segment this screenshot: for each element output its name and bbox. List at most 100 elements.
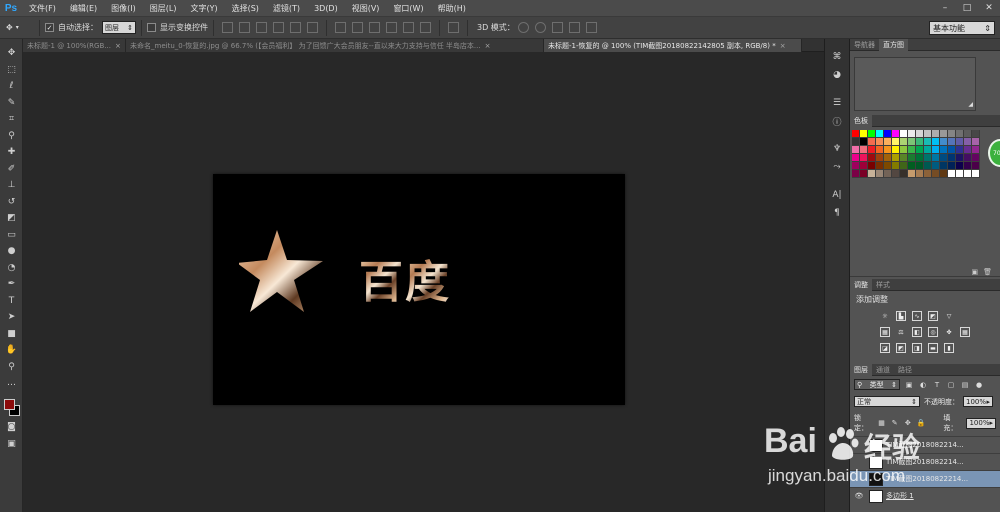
close-icon[interactable]: × (485, 42, 491, 50)
color-swatch[interactable] (908, 162, 916, 170)
color-swatch[interactable] (972, 138, 980, 146)
distribute-left-icon[interactable] (386, 22, 397, 33)
color-swatch[interactable] (876, 138, 884, 146)
history-brush-tool-icon[interactable]: ↺ (0, 194, 23, 211)
color-swatch[interactable] (948, 138, 956, 146)
color-swatch[interactable] (916, 154, 924, 162)
screen-mode-icon[interactable]: ▣ (0, 436, 23, 453)
paragraph-panel-icon[interactable]: ¶ (825, 205, 849, 221)
filter-smart-icon[interactable]: ▤ (960, 380, 970, 390)
tab-channels[interactable]: 通道 (872, 364, 894, 376)
curves-icon[interactable]: ∿ (912, 311, 922, 321)
color-swatch[interactable] (860, 130, 868, 138)
color-swatch[interactable] (876, 170, 884, 178)
color-swatch[interactable] (876, 154, 884, 162)
color-swatch[interactable] (924, 170, 932, 178)
color-swatch[interactable] (956, 154, 964, 162)
star-shape-layer[interactable] (237, 228, 325, 314)
align-hcenter-icon[interactable] (290, 22, 301, 33)
color-swatch[interactable] (932, 170, 940, 178)
color-swatch[interactable] (908, 154, 916, 162)
color-swatch[interactable] (884, 154, 892, 162)
distribute-right-icon[interactable] (420, 22, 431, 33)
tab-document-1[interactable]: 未标题-1 @ 100%(RGB... × (23, 39, 126, 52)
color-swatch[interactable] (940, 170, 948, 178)
scale-3d-icon[interactable] (585, 22, 597, 33)
filter-type-icon[interactable]: T (932, 380, 942, 390)
quick-select-tool-icon[interactable]: ✎ (0, 95, 23, 112)
menu-filter[interactable]: 滤镜(T) (266, 3, 307, 14)
color-swatch[interactable] (932, 154, 940, 162)
color-swatch[interactable] (932, 162, 940, 170)
color-swatch[interactable] (940, 130, 948, 138)
color-swatch[interactable] (852, 170, 860, 178)
color-swatch[interactable] (924, 146, 932, 154)
levels-icon[interactable]: ▙ (896, 311, 906, 321)
opacity-field[interactable]: 100% ▸ (963, 396, 993, 407)
tab-document-3[interactable]: 未标题-1-恢复的 @ 100% (TIM截图20180822142805 副本… (544, 39, 802, 52)
tab-histogram[interactable]: 直方图 (879, 38, 908, 51)
color-swatch[interactable] (892, 162, 900, 170)
color-swatch[interactable] (900, 146, 908, 154)
brightness-icon[interactable]: ☼ (880, 311, 890, 321)
trash-icon[interactable]: 🗑 (983, 268, 992, 276)
filter-shape-icon[interactable]: ▢ (946, 380, 956, 390)
align-vcenter-icon[interactable] (239, 22, 250, 33)
brush-tool-icon[interactable]: ✐ (0, 161, 23, 178)
layer-row[interactable]: TIM截图201808221​4... (850, 453, 1000, 470)
color-swatch[interactable] (860, 138, 868, 146)
color-swatch[interactable] (916, 130, 924, 138)
eraser-tool-icon[interactable]: ◩ (0, 210, 23, 227)
color-swatch[interactable] (852, 154, 860, 162)
color-swatch[interactable] (852, 138, 860, 146)
color-swatch[interactable] (924, 154, 932, 162)
invert-icon[interactable]: ◪ (880, 343, 890, 353)
color-swatch[interactable] (876, 146, 884, 154)
tab-swatches[interactable]: 色板 (850, 114, 872, 127)
healing-brush-tool-icon[interactable]: ✚ (0, 144, 23, 161)
canvas-area[interactable]: 百 度 (23, 52, 824, 512)
menu-window[interactable]: 窗口(W) (386, 3, 430, 14)
filter-toggle-icon[interactable]: ● (974, 380, 984, 390)
foreground-color-swatch[interactable] (4, 399, 15, 410)
color-swatch[interactable] (860, 170, 868, 178)
align-right-icon[interactable] (307, 22, 318, 33)
align-bottom-icon[interactable] (256, 22, 267, 33)
color-swatch[interactable] (932, 146, 940, 154)
brush-presets-icon[interactable]: ⤳ (825, 159, 849, 175)
close-icon[interactable]: × (780, 42, 786, 50)
gradient-map-icon[interactable]: ▬ (928, 343, 938, 353)
maximize-button[interactable]: □ (960, 1, 974, 15)
channel-mixer-icon[interactable]: ✤ (944, 327, 954, 337)
color-swatch[interactable] (860, 154, 868, 162)
color-swatch[interactable] (884, 130, 892, 138)
color-swatch[interactable] (900, 138, 908, 146)
blur-tool-icon[interactable]: ● (0, 243, 23, 260)
hue-sat-icon[interactable]: ▦ (880, 327, 890, 337)
color-swatch[interactable] (892, 146, 900, 154)
color-swatch[interactable] (852, 162, 860, 170)
layer-row-selected[interactable]: TIM截图20180822214... (850, 470, 1000, 487)
color-swatch[interactable] (924, 162, 932, 170)
color-swatch[interactable] (932, 130, 940, 138)
color-swatch[interactable] (956, 138, 964, 146)
color-swatch[interactable] (964, 162, 972, 170)
menu-help[interactable]: 帮助(H) (431, 3, 473, 14)
layer-row[interactable]: TIM截图201808221​4... (850, 436, 1000, 453)
vibrance-icon[interactable]: ▽ (944, 311, 954, 321)
posterize-icon[interactable]: ◩ (896, 343, 906, 353)
color-lookup-icon[interactable]: ▦ (960, 327, 970, 337)
color-swatch[interactable] (860, 146, 868, 154)
color-swatch[interactable] (884, 138, 892, 146)
crop-tool-icon[interactable]: ⌗ (0, 111, 23, 128)
color-swatch[interactable] (972, 154, 980, 162)
lock-all-icon[interactable]: 🔒 (916, 418, 925, 428)
path-select-tool-icon[interactable]: ➤ (0, 309, 23, 326)
zoom-tool-icon[interactable]: ⚲ (0, 359, 23, 376)
exposure-icon[interactable]: ◩ (928, 311, 938, 321)
color-swatch[interactable] (852, 130, 860, 138)
color-swatch[interactable] (932, 138, 940, 146)
blend-mode-dropdown[interactable]: 正常 ⇕ (854, 396, 920, 407)
lock-pixels-icon[interactable]: ✎ (890, 418, 899, 428)
marquee-tool-icon[interactable]: ⬚ (0, 62, 23, 79)
